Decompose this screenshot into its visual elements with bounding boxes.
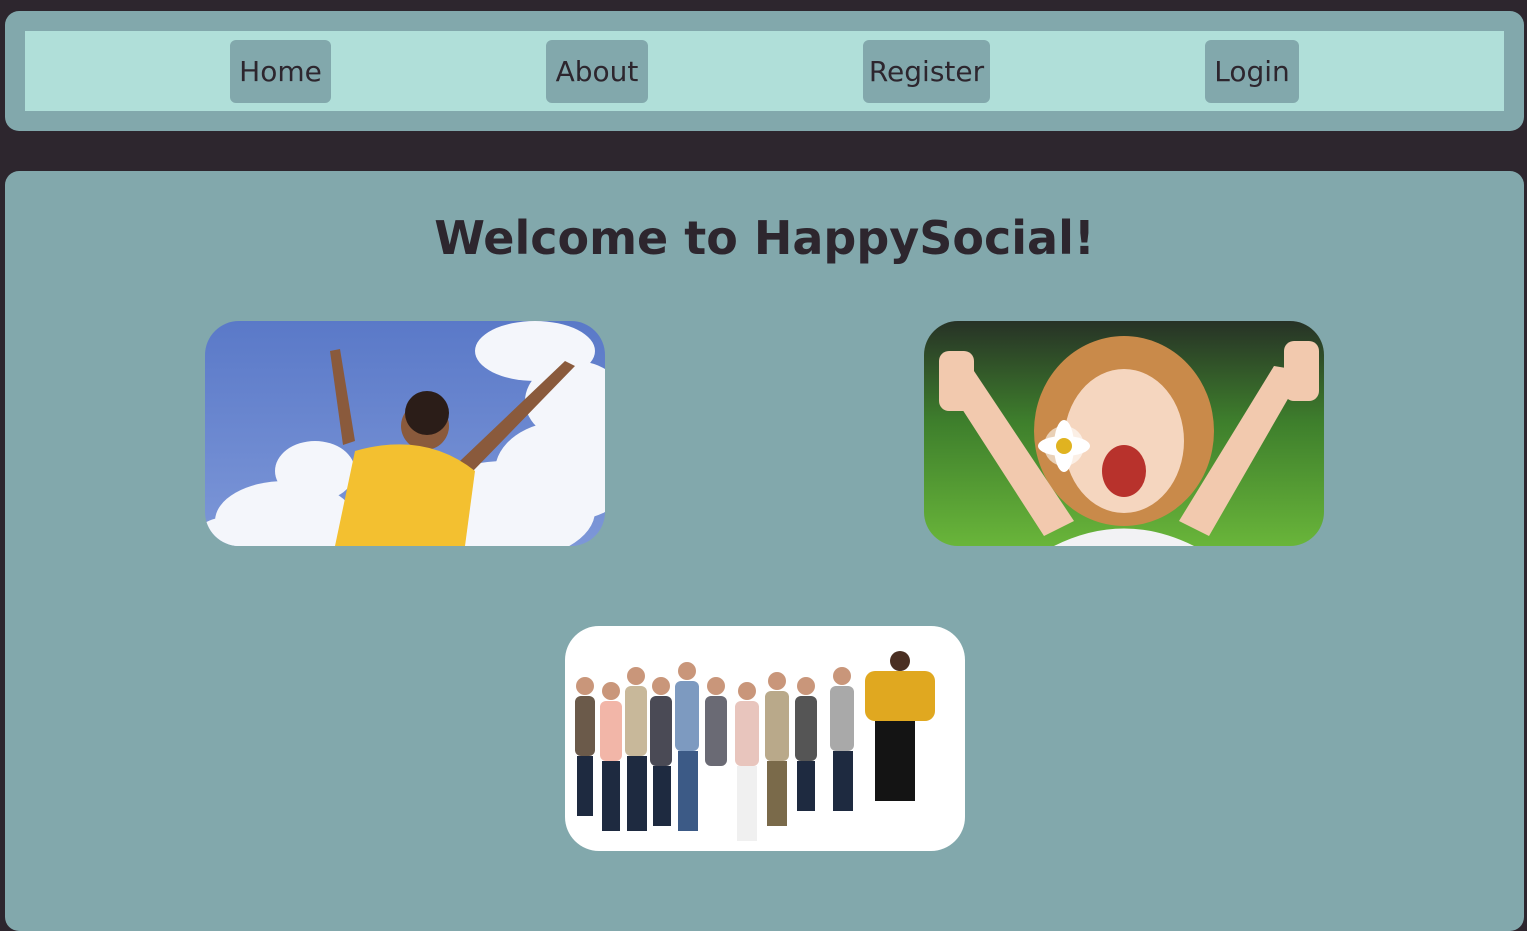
navigation-bar: Home About Register Login xyxy=(25,31,1504,111)
main-content: Welcome to HappySocial! xyxy=(5,171,1524,931)
nav-about-button[interactable]: About xyxy=(546,40,648,103)
nav-register-button[interactable]: Register xyxy=(863,40,990,103)
nav-home-button[interactable]: Home xyxy=(230,40,331,103)
girl-thumbs-up-image xyxy=(924,321,1324,546)
nav-login-button[interactable]: Login xyxy=(1205,40,1299,103)
woman-arms-raised-sky-image xyxy=(205,321,605,546)
navigation-panel: Home About Register Login xyxy=(5,11,1524,131)
page-title: Welcome to HappySocial! xyxy=(434,211,1095,265)
group-jumping-image xyxy=(565,626,965,851)
